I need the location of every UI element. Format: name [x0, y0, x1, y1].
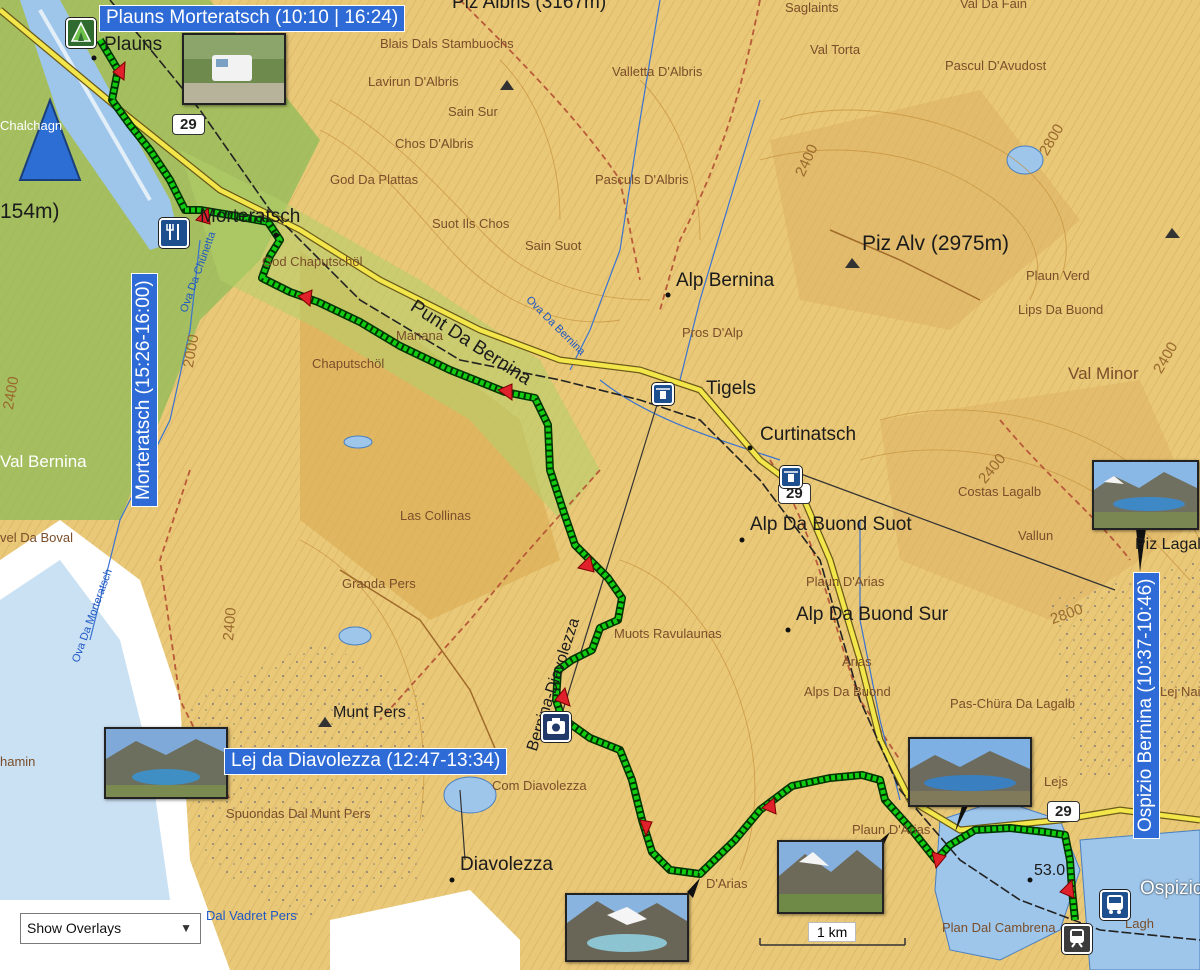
- place-lej-nair: Lej Nair: [1160, 684, 1200, 699]
- photo-thumbnail[interactable]: [908, 737, 1032, 807]
- place-costas-lagalb: Costas Lagalb: [958, 484, 1042, 499]
- road-shield-29: 29: [172, 114, 205, 135]
- place-spuondas: Spuondas Dal Munt Pers: [226, 806, 371, 821]
- place-lagh: Lagh: [1125, 916, 1154, 931]
- place-vadret-pers: Dal Vadret Pers: [206, 908, 297, 923]
- place-valletta: Valletta D'Albris: [612, 64, 703, 79]
- show-overlays-dropdown[interactable]: Show Overlays ▼: [20, 913, 201, 944]
- triangle-tent-icon[interactable]: [66, 18, 96, 48]
- place-val-da-fain: Val Da Fain: [960, 0, 1027, 11]
- scale-label: 1 km: [808, 922, 857, 942]
- place-manana: Manana: [396, 328, 443, 343]
- place-piz-alv: Piz Alv (2975m): [862, 232, 1010, 255]
- place-lips: Lips Da Buond: [1018, 302, 1104, 317]
- place-alp-da-buond-suot: Alp Da Buond Suot: [750, 514, 912, 535]
- place-blais: Blais Dals Stambuochs: [380, 36, 514, 51]
- camera-icon[interactable]: [541, 712, 571, 742]
- photo-thumbnail[interactable]: [182, 33, 286, 105]
- cable-car-icon[interactable]: [652, 383, 674, 405]
- place-munt-pers: Munt Pers: [333, 704, 406, 721]
- photo-thumbnail[interactable]: [104, 727, 228, 799]
- fork-knife-icon[interactable]: [159, 218, 189, 248]
- place-muots-ravulaunas: Muots Ravulaunas: [614, 626, 722, 641]
- cable-car-icon[interactable]: [780, 466, 802, 488]
- place-morteratsch: Morteratsch: [200, 206, 301, 227]
- photo-thumbnail[interactable]: [1092, 460, 1199, 530]
- photo-thumbnail[interactable]: [565, 893, 689, 962]
- place-piz-lagalb: Piz Lagalb: [1135, 536, 1200, 553]
- place-plauns: Plauns: [104, 34, 163, 55]
- place-chaputschol: Chaputschöl: [312, 356, 385, 371]
- place-las-collinas: Las Collinas: [400, 508, 471, 523]
- place-alp-da-buond-sur: Alp Da Buond Sur: [796, 604, 949, 625]
- bus-icon[interactable]: [1100, 890, 1130, 920]
- place-pas-chura: Pas-Chüra Da Lagalb: [950, 696, 1076, 711]
- place-pascul-avudost: Pascul D'Avudost: [945, 58, 1047, 73]
- callout-ospizio-bernina[interactable]: Ospizio Bernina (10:37-10:46): [1133, 571, 1160, 839]
- place-d-arias: D'Arias: [706, 876, 748, 891]
- north-arrow-icon[interactable]: [18, 98, 82, 182]
- callout-start[interactable]: Plauns Morteratsch (10:10 | 16:24): [99, 5, 406, 32]
- place-lavirun: Lavirun D'Albris: [368, 74, 459, 89]
- place-plan-dal-cambrena: Plan Dal Cambrena: [942, 920, 1056, 935]
- place-vallun: Vallun: [1018, 528, 1054, 543]
- place-pros: Pros D'Alp: [682, 325, 744, 340]
- place-alp-bernina: Alp Bernina: [676, 270, 775, 291]
- place-suot-ils-chos: Suot Ils Chos: [432, 216, 510, 231]
- place-piz-albris: Piz Albris (3167m): [452, 0, 607, 13]
- place-plaun-verd: Plaun Verd: [1026, 268, 1090, 283]
- place-vel-da-boval: vel Da Boval: [0, 530, 73, 545]
- place-tigels: Tigels: [706, 378, 756, 399]
- place-god-da-plattas: God Da Plattas: [330, 172, 419, 187]
- place-val-minor: Val Minor: [1068, 364, 1139, 383]
- contour-2400-c: 2400: [220, 606, 240, 642]
- photo-thumbnail[interactable]: [777, 840, 884, 914]
- place-plaun-darias: Plaun D'Arias: [806, 574, 885, 589]
- place-lejs: Lejs: [1044, 774, 1068, 789]
- place-pasculs: Pasculs D'Albris: [595, 172, 689, 187]
- map-canvas[interactable]: Piz Albris (3167m) Plauns Saglaints Val …: [0, 0, 1200, 970]
- place-val-bernina: Val Bernina: [0, 452, 87, 471]
- road-shield-29: 29: [1047, 801, 1080, 822]
- place-curtinatsch: Curtinatsch: [760, 424, 857, 445]
- place-diavolezza: Diavolezza: [460, 854, 553, 875]
- place-plaun-da-lej: Plaun D'Arias: [852, 822, 931, 837]
- place-val-torta: Val Torta: [810, 42, 861, 57]
- place-ospizio: Ospizio: [1140, 878, 1200, 899]
- show-overlays-label: Show Overlays: [27, 920, 122, 936]
- place-arias: Arias: [842, 654, 872, 669]
- place-com-diavolezza: Com Diavolezza: [492, 778, 587, 793]
- callout-lej-da-diavolezza[interactable]: Lej da Diavolezza (12:47-13:34): [224, 748, 508, 775]
- place-alps-da-buond: Alps Da Buond: [804, 684, 891, 699]
- place-sain-sur: Sain Sur: [448, 104, 498, 119]
- spot-height: 53.0: [1034, 862, 1066, 879]
- callout-morteratsch[interactable]: Morteratsch (15:26-16:00): [131, 273, 158, 507]
- place-chamin: hamin: [0, 754, 36, 769]
- place-chos: Chos D'Albris: [395, 136, 474, 151]
- chevron-down-icon: ▼: [180, 921, 192, 935]
- elevation-left: 154m): [0, 200, 60, 223]
- place-sain-suot: Sain Suot: [525, 238, 582, 253]
- train-icon[interactable]: [1062, 924, 1092, 954]
- place-saglaints: Saglaints: [785, 0, 839, 15]
- place-granda-pers: Granda Pers: [342, 576, 416, 591]
- place-god-chaputschol: God Chaputschöl: [262, 254, 363, 269]
